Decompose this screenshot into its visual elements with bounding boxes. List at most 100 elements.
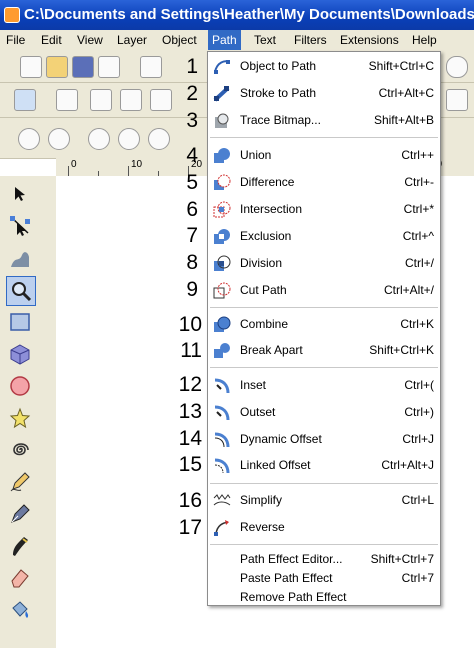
stroke-to-path-icon: [213, 85, 231, 103]
node-select-icon[interactable]: [14, 89, 36, 111]
ruler-label: 0: [71, 159, 77, 170]
intersection-icon: [213, 201, 231, 219]
ruler-label: 10: [131, 159, 143, 170]
annotation-number: 13: [178, 400, 202, 423]
pencil-tool-icon[interactable]: [6, 468, 34, 496]
object-to-path-icon: [213, 58, 231, 76]
menu-file[interactable]: File: [2, 30, 29, 50]
zoom-tool-icon[interactable]: [6, 276, 36, 306]
spiral-tool-icon[interactable]: [6, 436, 34, 464]
annotation-number: 3: [186, 109, 198, 132]
annotation-number: 8: [186, 251, 198, 274]
menu-item-linked-offset[interactable]: Linked Offset Ctrl+Alt+J: [208, 454, 440, 478]
ruler-tick: [68, 166, 69, 176]
annotation-number: 14: [178, 427, 202, 450]
annotation-number: 11: [180, 339, 202, 362]
division-icon: [213, 255, 231, 273]
zoom-2-1-icon[interactable]: [148, 128, 170, 150]
title-bar: C:\Documents and Settings\Heather\My Doc…: [0, 0, 474, 30]
zoom-1-1-icon[interactable]: [88, 128, 110, 150]
print-icon[interactable]: [98, 56, 120, 78]
menu-item-intersection[interactable]: Intersection Ctrl+*: [208, 198, 440, 222]
dynamic-offset-icon: [213, 431, 231, 449]
menu-item-simplify[interactable]: Simplify Ctrl+L: [208, 489, 440, 513]
annotation-number: 15: [178, 453, 202, 476]
exclusion-icon: [213, 228, 231, 246]
annotation-number: 7: [186, 224, 198, 247]
menu-item-exclusion[interactable]: Exclusion Ctrl+^: [208, 225, 440, 249]
save-icon[interactable]: [72, 56, 94, 78]
rectangle-tool-icon[interactable]: [6, 308, 34, 336]
star-tool-icon[interactable]: [6, 404, 34, 432]
menu-item-difference[interactable]: Difference Ctrl+-: [208, 171, 440, 195]
break-apart-icon: [213, 342, 231, 360]
eraser-tool-icon[interactable]: [6, 564, 34, 592]
menu-object[interactable]: Object: [158, 30, 201, 50]
combine-icon: [213, 316, 231, 334]
zoom-in-icon[interactable]: [18, 128, 40, 150]
menu-item-dynamic-offset[interactable]: Dynamic Offset Ctrl+J: [208, 428, 440, 452]
zoom-page-icon[interactable]: [446, 56, 468, 78]
tweak-tool-icon[interactable]: [6, 244, 34, 272]
menu-item-cut-path[interactable]: Cut Path Ctrl+Alt+/: [208, 279, 440, 303]
zoom-out-icon[interactable]: [48, 128, 70, 150]
annotation-number: 9: [186, 278, 198, 301]
menu-bar: File Edit View Layer Object Path Text Fi…: [0, 30, 474, 50]
delete-node-icon[interactable]: [90, 89, 112, 111]
join-nodes-icon[interactable]: [120, 89, 142, 111]
menu-item-stroke-to-path[interactable]: Stroke to Path Ctrl+Alt+C: [208, 82, 440, 106]
menu-help[interactable]: Help: [408, 30, 441, 50]
import-icon[interactable]: [140, 56, 162, 78]
menu-item-reverse[interactable]: Reverse: [208, 516, 440, 540]
reverse-icon: [213, 519, 231, 537]
menu-item-union[interactable]: Union Ctrl++: [208, 144, 440, 168]
menu-item-combine[interactable]: Combine Ctrl+K: [208, 313, 440, 337]
trace-bitmap-icon: [213, 112, 231, 130]
toolbox: [0, 176, 42, 648]
menu-item-inset[interactable]: Inset Ctrl+(: [208, 374, 440, 398]
menu-item-object-to-path[interactable]: Object to Path Shift+Ctrl+C: [208, 55, 440, 79]
menu-item-trace-bitmap[interactable]: Trace Bitmap... Shift+Alt+B: [208, 109, 440, 133]
ruler-tick: [128, 166, 129, 176]
node-tool-icon[interactable]: [6, 212, 34, 240]
3d-box-tool-icon[interactable]: [6, 340, 34, 368]
insert-node-icon[interactable]: [56, 89, 78, 111]
menu-item-outset[interactable]: Outset Ctrl+): [208, 401, 440, 425]
show-handles-icon[interactable]: [446, 89, 468, 111]
selector-tool-icon[interactable]: [6, 180, 34, 208]
menu-item-break-apart[interactable]: Break Apart Shift+Ctrl+K: [208, 339, 440, 363]
annotation-number: 4: [186, 144, 198, 167]
menu-separator: [210, 483, 438, 484]
annotation-number: 1: [186, 55, 198, 78]
menu-edit[interactable]: Edit: [37, 30, 66, 50]
menu-view[interactable]: View: [73, 30, 107, 50]
menu-path[interactable]: Path: [208, 30, 241, 50]
menu-item-remove-path-effect[interactable]: Remove Path Effect: [208, 586, 440, 610]
annotation-number: 17: [178, 516, 202, 539]
menu-extensions[interactable]: Extensions: [336, 30, 403, 50]
pen-tool-icon[interactable]: [6, 500, 34, 528]
cut-path-icon: [213, 282, 231, 300]
annotation-number: 12: [178, 373, 202, 396]
new-document-icon[interactable]: [20, 56, 42, 78]
difference-icon: [213, 174, 231, 192]
vertical-ruler: [42, 176, 57, 648]
window-title: C:\Documents and Settings\Heather\My Doc…: [24, 6, 474, 23]
zoom-1-2-icon[interactable]: [118, 128, 140, 150]
simplify-icon: [213, 492, 231, 510]
menu-text[interactable]: Text: [250, 30, 280, 50]
menu-filters[interactable]: Filters: [290, 30, 331, 50]
menu-item-division[interactable]: Division Ctrl+/: [208, 252, 440, 276]
menu-layer[interactable]: Layer: [113, 30, 151, 50]
annotation-number: 2: [186, 82, 198, 105]
paint-bucket-tool-icon[interactable]: [6, 596, 34, 624]
menu-separator: [210, 137, 438, 138]
annotation-number: 5: [186, 171, 198, 194]
annotation-number: 6: [186, 198, 198, 221]
union-icon: [213, 147, 231, 165]
open-file-icon[interactable]: [46, 56, 68, 78]
calligraphy-tool-icon[interactable]: [6, 532, 34, 560]
menu-separator: [210, 307, 438, 308]
outset-icon: [213, 404, 231, 422]
ellipse-tool-icon[interactable]: [6, 372, 34, 400]
